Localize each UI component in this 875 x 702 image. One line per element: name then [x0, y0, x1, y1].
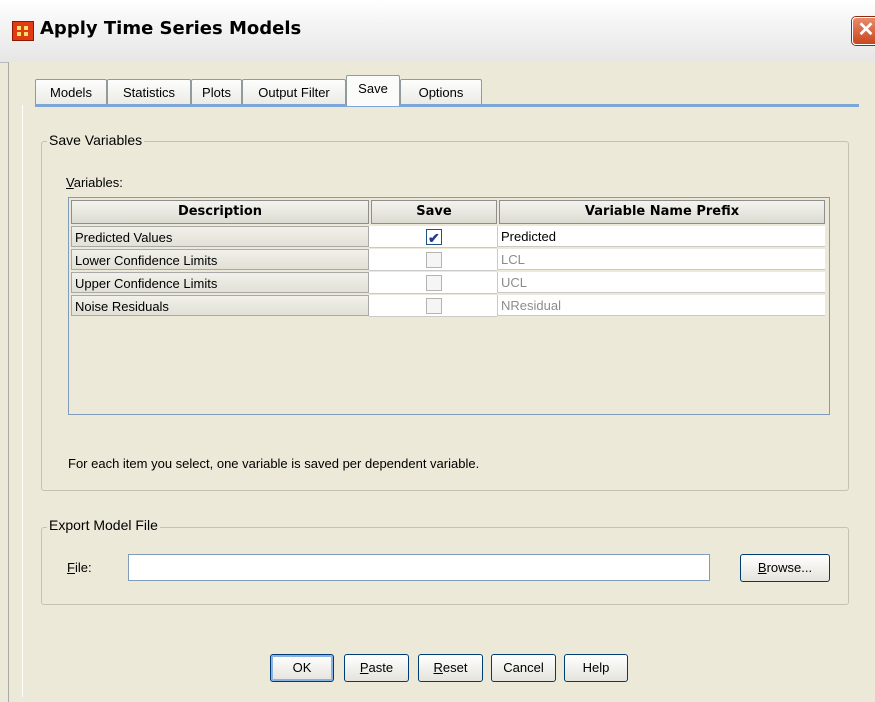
- checkmark-icon: ✔: [428, 230, 440, 246]
- row-description-predicted: Predicted Values: [71, 226, 369, 247]
- variables-label: Variables:: [66, 175, 123, 190]
- reset-button[interactable]: Reset: [418, 654, 483, 682]
- export-model-legend: Export Model File: [47, 517, 160, 533]
- window-title: Apply Time Series Models: [40, 18, 302, 39]
- browse-rest: rowse...: [766, 560, 813, 575]
- tab-underline: [35, 104, 859, 107]
- row-description-ucl: Upper Confidence Limits: [71, 272, 369, 293]
- save-checkbox-predicted[interactable]: ✔: [426, 229, 442, 246]
- paste-button[interactable]: Paste: [344, 654, 409, 682]
- column-header-description[interactable]: Description: [71, 200, 369, 224]
- row-prefix-noise: NResidual: [497, 295, 825, 316]
- variables-label-rest: ariables:: [73, 175, 123, 190]
- row-save-cell: [369, 295, 497, 317]
- column-header-prefix[interactable]: Variable Name Prefix: [499, 200, 825, 224]
- browse-accel: B: [757, 560, 767, 575]
- close-button[interactable]: ✕: [852, 17, 875, 45]
- paste-rest: aste: [368, 660, 394, 675]
- tab-save[interactable]: Save: [346, 75, 400, 106]
- dialog-window: Apply Time Series Models ✕ Models Statis…: [0, 0, 875, 702]
- paste-accel: P: [359, 660, 369, 675]
- tab-models[interactable]: Models: [35, 79, 107, 105]
- file-path-input[interactable]: [128, 554, 710, 581]
- help-button[interactable]: Help: [564, 654, 628, 682]
- title-bar[interactable]: Apply Time Series Models ✕: [0, 0, 875, 63]
- row-description-noise: Noise Residuals: [71, 295, 369, 316]
- variables-table[interactable]: Description Save Variable Name Prefix Pr…: [68, 197, 830, 415]
- tab-output-filter[interactable]: Output Filter: [242, 79, 346, 105]
- app-table-icon: [12, 21, 34, 41]
- tab-options[interactable]: Options: [400, 79, 482, 105]
- save-checkbox-ucl[interactable]: [426, 275, 442, 291]
- ok-button[interactable]: OK: [270, 654, 334, 682]
- row-save-cell: [369, 249, 497, 271]
- file-label-rest: ile:: [74, 560, 92, 575]
- cancel-button[interactable]: Cancel: [491, 654, 556, 682]
- row-save-cell: ✔: [369, 226, 497, 248]
- file-label-accel: F: [67, 560, 75, 575]
- reset-accel: R: [433, 660, 443, 675]
- tab-plots[interactable]: Plots: [191, 79, 242, 105]
- row-prefix-lcl: LCL: [497, 249, 825, 270]
- file-label: File:: [67, 560, 92, 575]
- row-description-lcl: Lower Confidence Limits: [71, 249, 369, 270]
- column-header-save[interactable]: Save: [371, 200, 497, 224]
- row-prefix-ucl: UCL: [497, 272, 825, 293]
- reset-rest: eset: [442, 660, 468, 675]
- save-variables-legend: Save Variables: [47, 132, 145, 148]
- variables-label-accel: V: [66, 175, 74, 190]
- save-checkbox-lcl[interactable]: [426, 252, 442, 268]
- save-note: For each item you select, one variable i…: [68, 456, 480, 471]
- tab-statistics[interactable]: Statistics: [107, 79, 191, 105]
- row-prefix-predicted[interactable]: Predicted: [497, 226, 825, 247]
- row-save-cell: [369, 272, 497, 294]
- save-checkbox-noise[interactable]: [426, 298, 442, 314]
- browse-button[interactable]: Browse...: [740, 554, 830, 582]
